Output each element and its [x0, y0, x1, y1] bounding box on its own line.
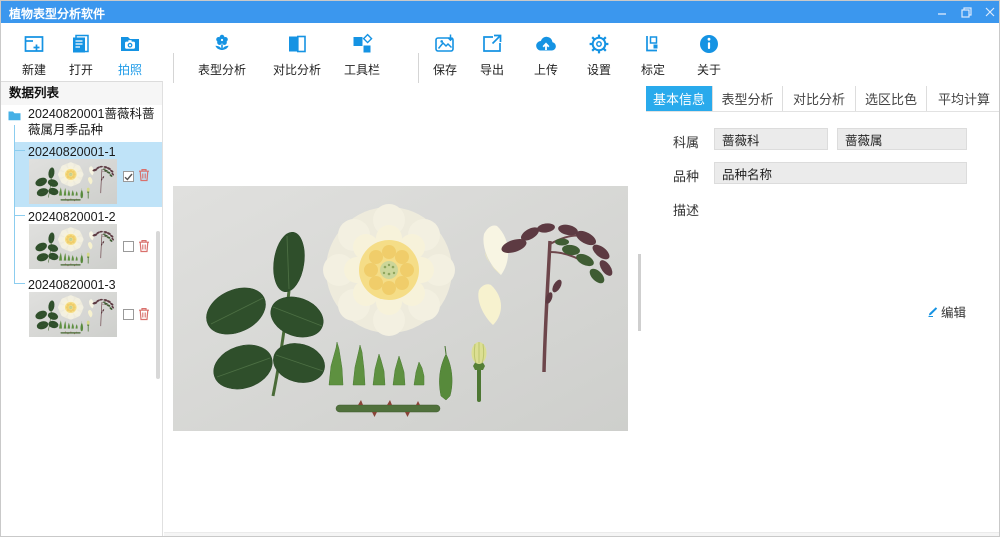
open-document-icon — [69, 31, 93, 57]
calibration-icon — [641, 31, 665, 57]
export-button[interactable]: 导出 — [468, 31, 516, 81]
close-icon — [985, 7, 995, 17]
specimen-photo — [173, 186, 628, 431]
checkmark-icon — [124, 173, 133, 181]
compare-pages-icon — [285, 31, 309, 57]
tree-item-2-label[interactable]: 20240820001-2 — [28, 209, 116, 225]
tree-root-item[interactable]: 20240820001蔷薇科蔷薇属月季品种 — [28, 106, 160, 138]
item-3-checkbox[interactable] — [123, 309, 134, 320]
tab-region-colorimetry[interactable]: 选区比色 — [855, 86, 926, 111]
horizontal-scrollbar[interactable] — [164, 532, 1000, 537]
item-3-delete-icon[interactable] — [138, 307, 150, 321]
tool-label: 打开 — [69, 61, 93, 78]
data-list-header: 数据列表 — [1, 82, 162, 105]
tool-label: 保存 — [433, 61, 457, 78]
photo-button[interactable]: 拍照 — [106, 31, 154, 81]
toolbar-separator — [418, 53, 419, 83]
tab-average-calculation[interactable]: 平均计算 — [926, 86, 1000, 111]
tool-label: 上传 — [534, 61, 558, 78]
variety-input[interactable] — [714, 162, 967, 184]
family-input[interactable] — [714, 128, 828, 150]
tool-label: 标定 — [641, 61, 665, 78]
new-document-icon — [22, 31, 46, 57]
about-button[interactable]: 关于 — [685, 31, 733, 81]
calibration-button[interactable]: 标定 — [629, 31, 677, 81]
export-icon — [480, 31, 504, 57]
phenotype-analysis-button[interactable]: 表型分析 — [190, 31, 254, 81]
tab-compare-analysis[interactable]: 对比分析 — [782, 86, 855, 111]
compare-analysis-button[interactable]: 对比分析 — [265, 31, 329, 81]
flower-icon — [210, 31, 234, 57]
close-button[interactable] — [979, 1, 1000, 23]
toolbar-separator — [173, 53, 174, 83]
blocks-icon — [350, 31, 374, 57]
tab-row-divider — [646, 111, 1000, 112]
genus-input[interactable] — [837, 128, 967, 150]
save-button[interactable]: 保存 — [421, 31, 469, 81]
sidebar-scrollbar-thumb[interactable] — [156, 231, 160, 379]
family-genus-label: 科属 — [673, 132, 699, 151]
tool-label: 工具栏 — [344, 61, 380, 78]
minimize-button[interactable] — [931, 1, 953, 23]
panel-splitter[interactable] — [638, 254, 641, 331]
tool-label: 导出 — [480, 61, 504, 78]
tool-label: 设置 — [587, 61, 611, 78]
gear-icon — [587, 31, 611, 57]
item-2-delete-icon[interactable] — [138, 239, 150, 253]
tree-item-1-label[interactable]: 20240820001-1 — [28, 144, 116, 160]
restore-icon — [961, 7, 972, 18]
settings-button[interactable]: 设置 — [575, 31, 623, 81]
tree-item-3-label[interactable]: 20240820001-3 — [28, 277, 116, 293]
folder-icon — [8, 109, 21, 121]
tree-connector-tick — [14, 150, 25, 151]
upload-cloud-icon — [533, 31, 559, 57]
tab-basic-info[interactable]: 基本信息 — [646, 86, 712, 111]
upload-button[interactable]: 上传 — [522, 31, 570, 81]
tools-panel-button[interactable]: 工具栏 — [330, 31, 394, 81]
open-button[interactable]: 打开 — [57, 31, 105, 81]
title-bar: 植物表型分析软件 — [1, 1, 999, 23]
item-1-delete-icon[interactable] — [138, 168, 150, 182]
variety-label: 品种 — [673, 166, 699, 185]
item-2-thumbnail[interactable] — [29, 224, 117, 269]
item-2-checkbox[interactable] — [123, 241, 134, 252]
restore-button[interactable] — [955, 1, 977, 23]
item-1-checkbox[interactable] — [123, 171, 134, 182]
edit-button[interactable]: 编辑 — [927, 302, 966, 321]
tool-label: 表型分析 — [198, 61, 246, 78]
edit-pencil-icon — [927, 306, 938, 317]
tool-label: 新建 — [22, 61, 46, 78]
window-title: 植物表型分析软件 — [9, 5, 105, 22]
tool-label: 关于 — [697, 61, 721, 78]
tool-label: 对比分析 — [273, 61, 321, 78]
tool-label: 拍照 — [118, 61, 142, 78]
description-label: 描述 — [673, 200, 699, 219]
camera-folder-icon — [118, 31, 142, 57]
tree-connector-tick — [14, 283, 25, 284]
minimize-icon — [937, 7, 947, 17]
item-1-thumbnail[interactable] — [29, 159, 117, 204]
toolbar: 新建 打开 拍照 表型分析 对比分析 — [1, 23, 999, 81]
tree-connector-tick — [14, 215, 25, 216]
save-image-icon — [433, 31, 457, 57]
app-window: 植物表型分析软件 新建 打开 — [0, 0, 1000, 537]
new-button[interactable]: 新建 — [10, 31, 58, 81]
item-3-thumbnail[interactable] — [29, 292, 117, 337]
tree-connector-line — [14, 125, 15, 284]
info-icon — [697, 31, 721, 57]
edit-label: 编辑 — [941, 302, 966, 321]
tab-phenotype-analysis[interactable]: 表型分析 — [712, 86, 782, 111]
